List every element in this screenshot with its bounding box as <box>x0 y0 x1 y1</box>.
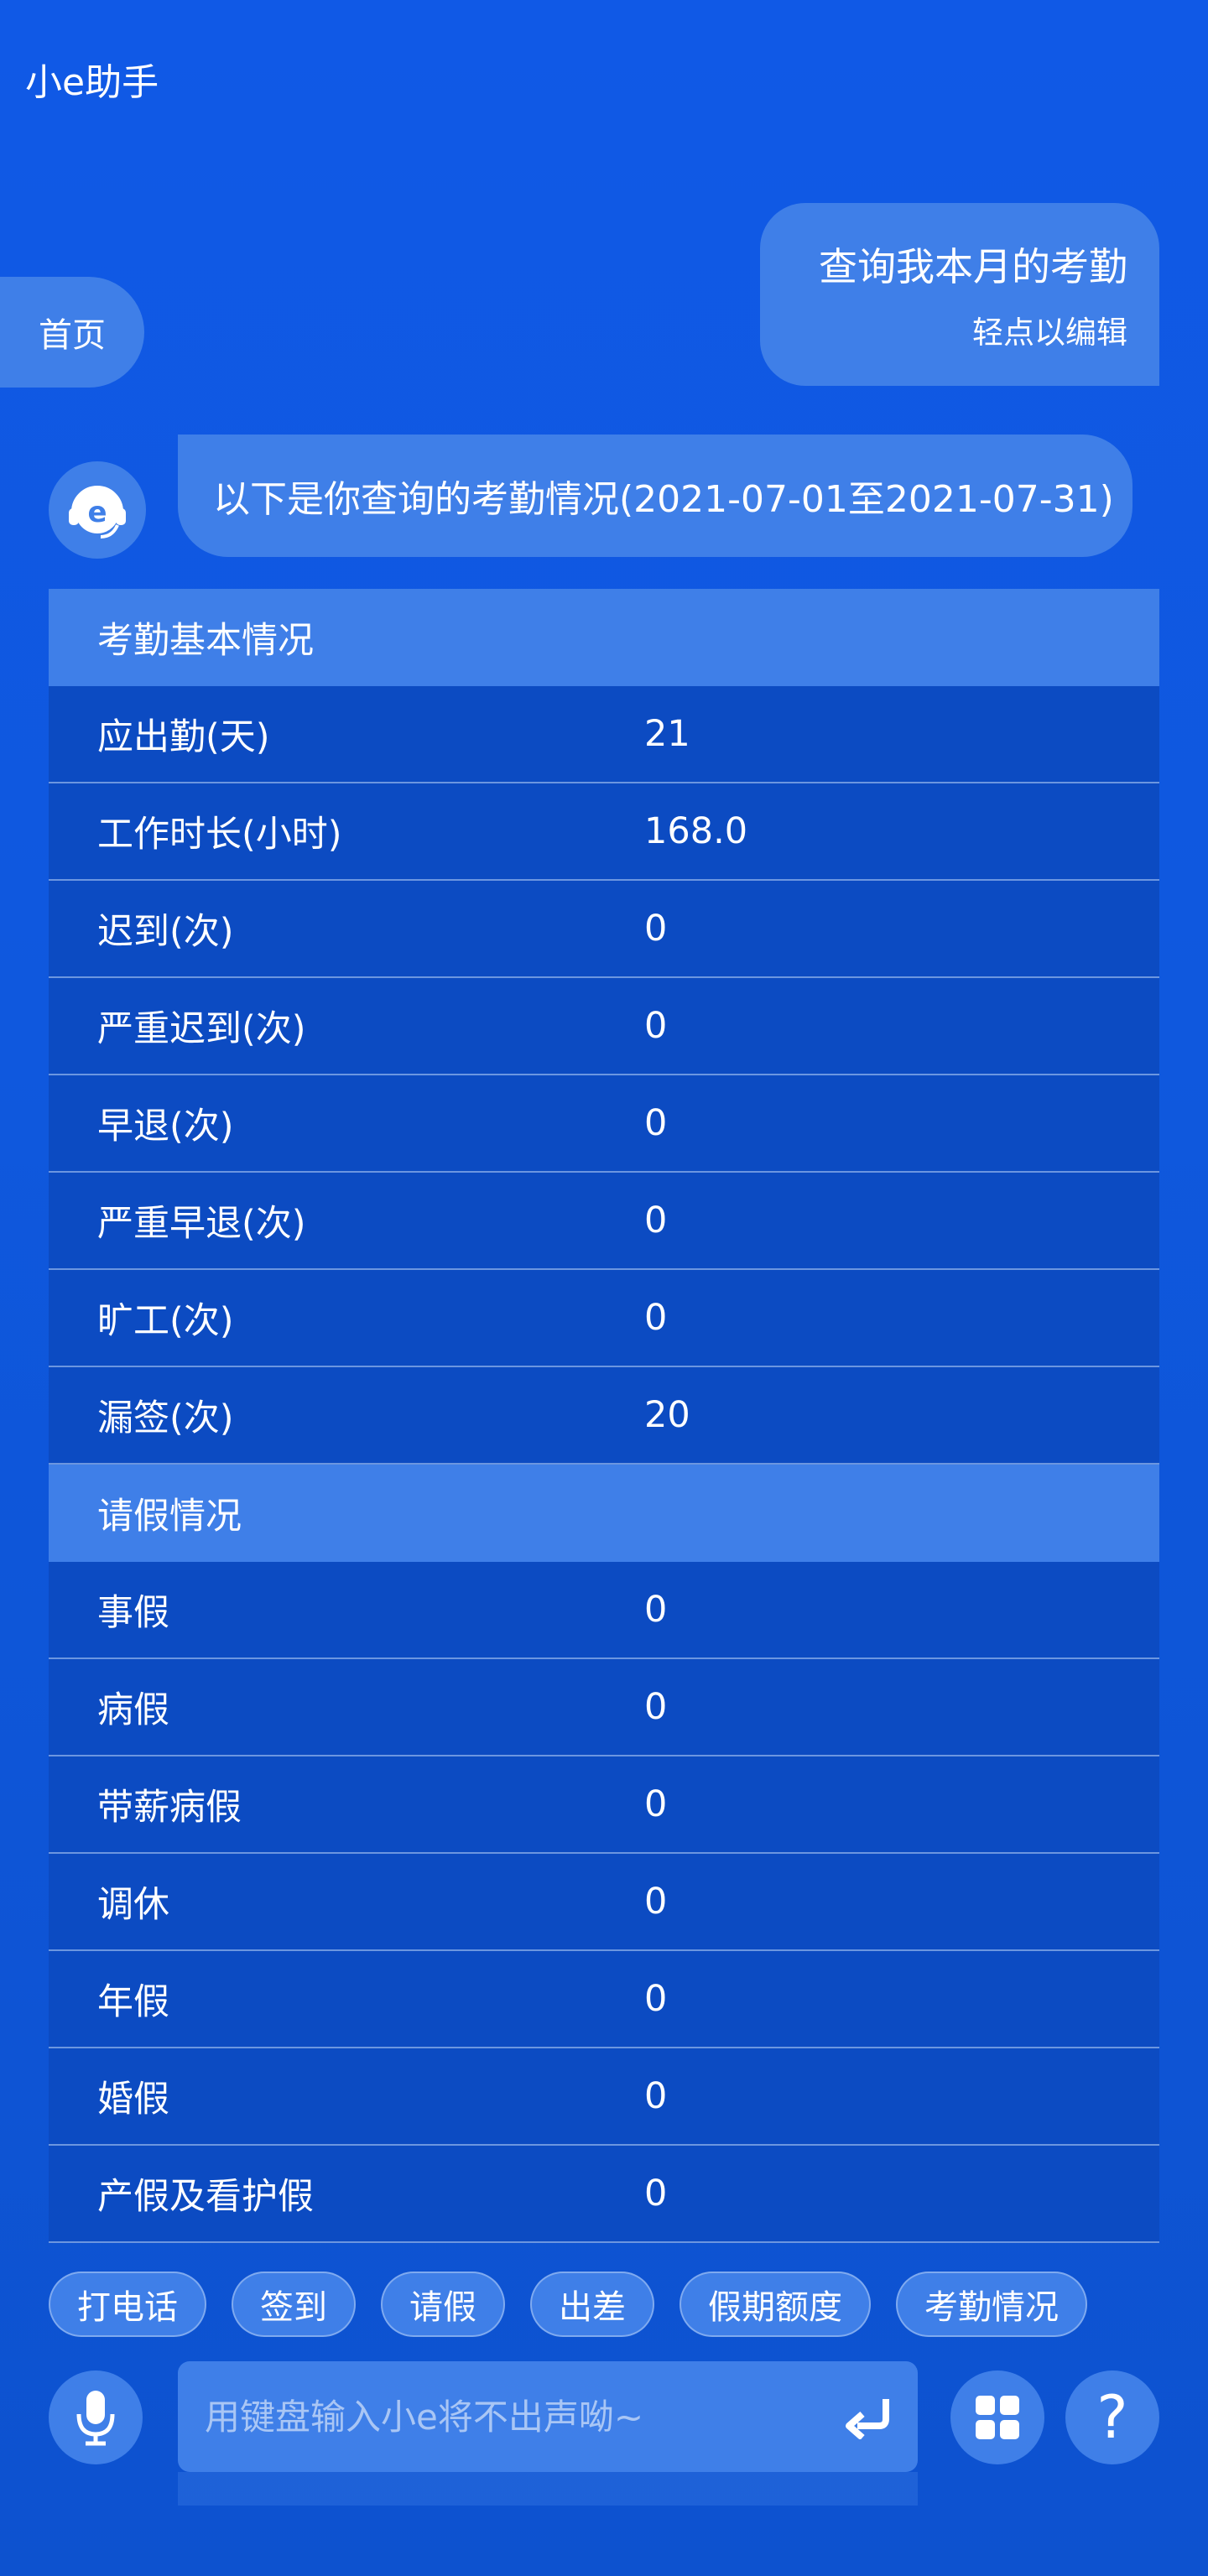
table-row: 事假 0 <box>49 1562 1159 1659</box>
section-title: 考勤基本情况 <box>97 620 314 662</box>
row-value: 21 <box>644 713 690 755</box>
section-header-leave: 请假情况 <box>49 1465 1159 1562</box>
row-label: 迟到(次) <box>97 911 234 953</box>
question-mark-icon: ? <box>1096 2383 1128 2452</box>
chip-business-trip[interactable]: 出差 <box>530 2272 654 2337</box>
table-row: 旷工(次) 0 <box>49 1270 1159 1367</box>
row-value: 0 <box>644 2075 668 2117</box>
row-label: 应出勤(天) <box>97 716 270 758</box>
table-row: 产假及看护假 0 <box>49 2146 1159 2243</box>
row-label: 事假 <box>97 1592 169 1634</box>
home-tab[interactable]: 首页 <box>0 277 144 388</box>
table-row: 病假 0 <box>49 1659 1159 1756</box>
row-value: 0 <box>644 1005 668 1047</box>
row-value: 0 <box>644 1686 668 1728</box>
row-value: 20 <box>644 1394 690 1436</box>
table-row: 工作时长(小时) 168.0 <box>49 783 1159 881</box>
row-value: 0 <box>644 908 668 950</box>
svg-text:e: e <box>87 496 107 529</box>
edit-hint[interactable]: 轻点以编辑 <box>760 307 1127 352</box>
table-row: 早退(次) 0 <box>49 1075 1159 1173</box>
quick-action-bar: 打电话 签到 请假 出差 假期额度 考勤情况 <box>49 2272 1087 2337</box>
row-label: 调休 <box>97 1884 169 1926</box>
table-row: 严重早退(次) 0 <box>49 1173 1159 1270</box>
row-value: 0 <box>644 1881 668 1923</box>
table-row: 婚假 0 <box>49 2048 1159 2146</box>
bot-message-text: 以下是你查询的考勤情况(2021-07-01至2021-07-31) <box>213 478 1114 521</box>
table-row: 年假 0 <box>49 1951 1159 2048</box>
help-button[interactable]: ? <box>1065 2370 1159 2464</box>
grid-icon <box>976 2396 1019 2439</box>
table-row: 应出勤(天) 21 <box>49 686 1159 783</box>
row-label: 严重早退(次) <box>97 1203 306 1245</box>
row-label: 旷工(次) <box>97 1300 234 1342</box>
attendance-table: 考勤基本情况 应出勤(天) 21 工作时长(小时) 168.0 迟到(次) 0 严重迟… <box>49 589 1159 2243</box>
row-value: 0 <box>644 1297 668 1339</box>
section-title: 请假情况 <box>97 1496 242 1538</box>
chip-checkin[interactable]: 签到 <box>232 2272 356 2337</box>
voice-button[interactable] <box>49 2370 143 2464</box>
bot-message-bubble: 以下是你查询的考勤情况(2021-07-01至2021-07-31) <box>178 435 1132 557</box>
input-shadow <box>178 2472 918 2506</box>
apps-button[interactable] <box>950 2370 1044 2464</box>
table-row: 带薪病假 0 <box>49 1756 1159 1854</box>
return-arrow-icon[interactable] <box>842 2394 893 2439</box>
message-input[interactable] <box>203 2395 842 2438</box>
row-value: 0 <box>644 1783 668 1825</box>
bot-avatar: e <box>49 461 146 559</box>
table-row: 迟到(次) 0 <box>49 881 1159 978</box>
row-label: 病假 <box>97 1689 169 1731</box>
chip-leave-quota[interactable]: 假期额度 <box>680 2272 871 2337</box>
section-header-basic: 考勤基本情况 <box>49 589 1159 686</box>
chip-call[interactable]: 打电话 <box>49 2272 206 2337</box>
row-label: 漏签(次) <box>97 1397 234 1439</box>
row-value: 0 <box>644 1200 668 1241</box>
table-row: 严重迟到(次) 0 <box>49 978 1159 1075</box>
row-label: 工作时长(小时) <box>97 814 342 856</box>
row-label: 严重迟到(次) <box>97 1008 306 1050</box>
row-value: 168.0 <box>644 810 748 852</box>
row-value: 0 <box>644 2173 668 2214</box>
user-message-text: 查询我本月的考勤 <box>819 244 1127 289</box>
row-value: 0 <box>644 1102 668 1144</box>
table-row: 漏签(次) 20 <box>49 1367 1159 1465</box>
chip-attendance[interactable]: 考勤情况 <box>896 2272 1087 2337</box>
headset-e-icon: e <box>69 486 126 539</box>
table-row: 调休 0 <box>49 1854 1159 1951</box>
chip-leave[interactable]: 请假 <box>381 2272 505 2337</box>
row-value: 0 <box>644 1978 668 2020</box>
row-label: 年假 <box>97 1981 169 2023</box>
user-message-bubble[interactable]: 查询我本月的考勤 轻点以编辑 <box>760 203 1159 386</box>
home-tab-label: 首页 <box>39 316 106 355</box>
row-label: 产假及看护假 <box>97 2176 314 2218</box>
row-label: 早退(次) <box>97 1106 234 1147</box>
row-label: 带薪病假 <box>97 1787 242 1829</box>
message-input-box[interactable] <box>178 2361 918 2472</box>
microphone-icon <box>76 2391 115 2446</box>
row-value: 0 <box>644 1589 668 1631</box>
app-title: 小e助手 <box>25 61 159 104</box>
row-label: 婚假 <box>97 2079 169 2121</box>
